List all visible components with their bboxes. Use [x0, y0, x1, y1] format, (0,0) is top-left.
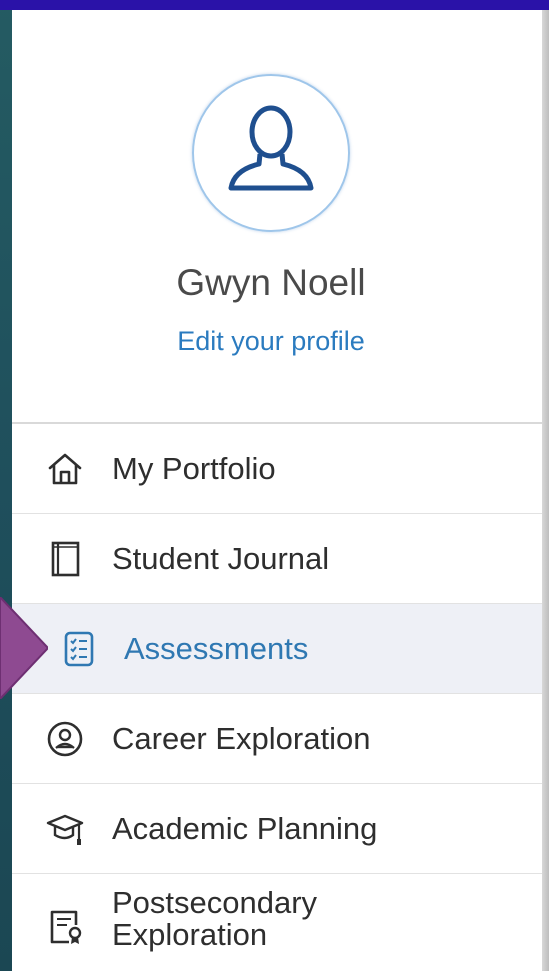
- profile-section: Gwyn Noell Edit your profile: [12, 10, 542, 424]
- avatar[interactable]: [192, 74, 350, 232]
- person-circle-icon: [47, 721, 83, 757]
- sidebar-item-label: Academic Planning: [112, 811, 378, 846]
- label-line-1: Postsecondary: [112, 885, 318, 920]
- top-accent-bar: [0, 0, 549, 10]
- sidebar-item-label: Postsecondary Exploration: [112, 887, 317, 951]
- sidebar-item-my-portfolio[interactable]: My Portfolio: [12, 424, 542, 514]
- sidebar-item-label: Assessments: [124, 631, 309, 666]
- sidebar-item-postsecondary-exploration[interactable]: Postsecondary Exploration: [12, 874, 542, 971]
- user-icon: [228, 105, 314, 191]
- sidebar-item-academic-planning[interactable]: Academic Planning: [12, 784, 542, 874]
- label-line-2: Exploration: [112, 917, 268, 952]
- certificate-icon: [50, 910, 82, 944]
- sidebar-item-label: My Portfolio: [112, 451, 276, 486]
- graduation-cap-icon: [46, 814, 84, 845]
- sidebar-panel: Gwyn Noell Edit your profile My Portfoli…: [12, 10, 542, 971]
- assessment-checklist-icon: [64, 631, 94, 667]
- sidebar-nav: My Portfolio Student Journal Assessments: [12, 424, 542, 971]
- sidebar-item-student-journal[interactable]: Student Journal: [12, 514, 542, 604]
- sidebar-item-career-exploration[interactable]: Career Exploration: [12, 694, 542, 784]
- scroll-edge: [542, 10, 549, 971]
- sidebar-item-assessments[interactable]: Assessments: [12, 604, 542, 694]
- edit-profile-link[interactable]: Edit your profile: [12, 326, 530, 357]
- sidebar-item-label: Career Exploration: [112, 721, 371, 756]
- sidebar-item-label: Student Journal: [112, 541, 330, 576]
- home-icon: [48, 453, 82, 485]
- user-name: Gwyn Noell: [176, 262, 366, 303]
- highlight-pointer-arrow: [0, 597, 48, 699]
- journal-icon: [51, 541, 80, 577]
